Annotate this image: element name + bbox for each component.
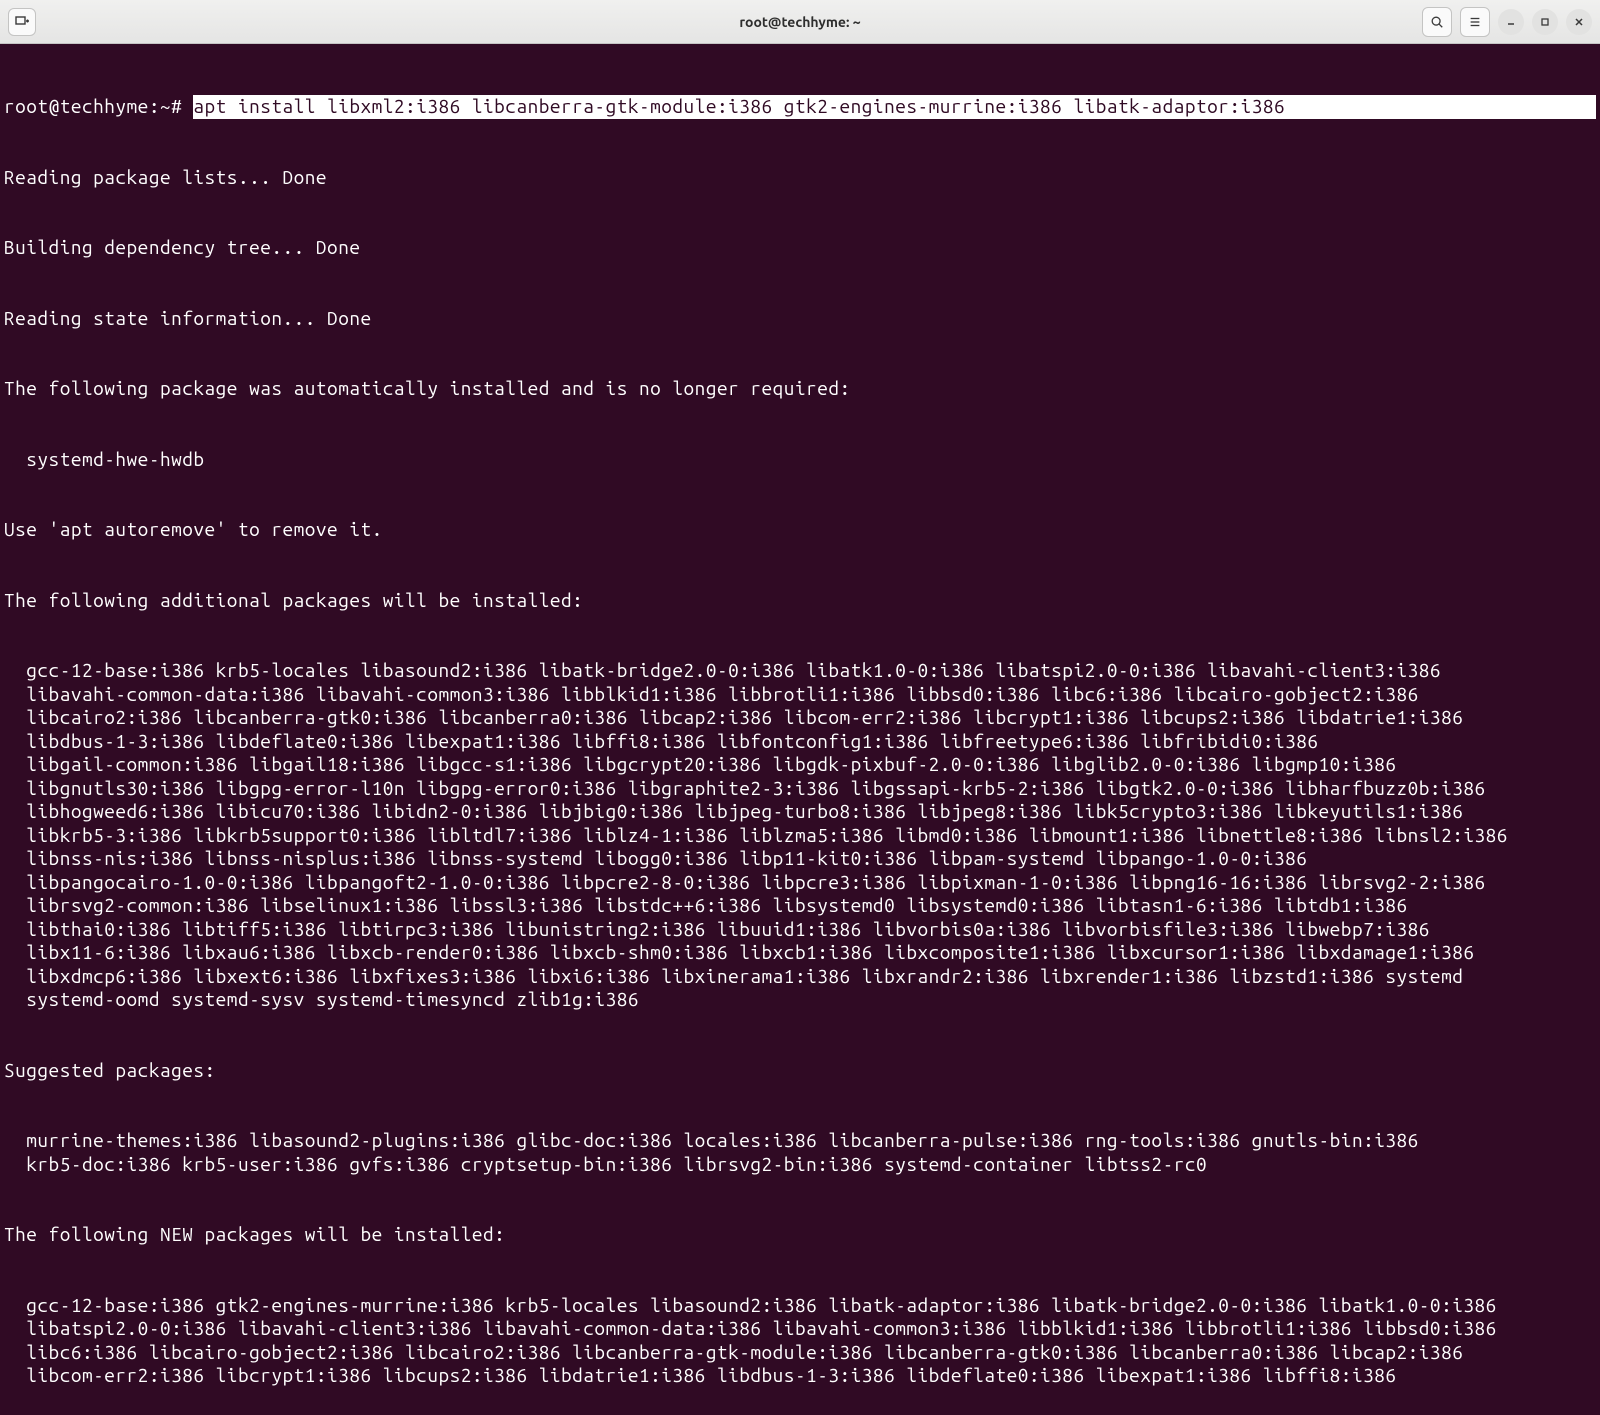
minimize-button[interactable]: [1498, 9, 1524, 35]
search-button[interactable]: [1422, 7, 1452, 37]
output-line: Use 'apt autoremove' to remove it.: [4, 518, 1596, 542]
output-line: The following NEW packages will be insta…: [4, 1223, 1596, 1247]
output-line: The following package was automatically …: [4, 377, 1596, 401]
prompt-line: root@techhyme:~# apt install libxml2:i38…: [4, 95, 1596, 119]
suggested-packages: murrine-themes:i386 libasound2-plugins:i…: [4, 1129, 1596, 1176]
output-line: The following additional packages will b…: [4, 589, 1596, 613]
window-title: root@techhyme: ~: [739, 14, 860, 30]
titlebar: root@techhyme: ~: [0, 0, 1600, 44]
shell-prompt: root@techhyme:~#: [4, 95, 193, 119]
output-line: Reading package lists... Done: [4, 166, 1596, 190]
additional-packages: gcc-12-base:i386 krb5-locales libasound2…: [4, 659, 1596, 1012]
output-line: Suggested packages:: [4, 1059, 1596, 1083]
menu-button[interactable]: [1460, 7, 1490, 37]
close-icon: [1574, 17, 1584, 27]
new-tab-icon: [14, 14, 30, 30]
maximize-button[interactable]: [1532, 9, 1558, 35]
close-button[interactable]: [1566, 9, 1592, 35]
maximize-icon: [1540, 17, 1550, 27]
minimize-icon: [1506, 17, 1516, 27]
output-line: Building dependency tree... Done: [4, 236, 1596, 260]
new-packages: gcc-12-base:i386 gtk2-engines-murrine:i3…: [4, 1294, 1596, 1388]
search-icon: [1430, 15, 1444, 29]
hamburger-icon: [1468, 15, 1482, 29]
output-line: Reading state information... Done: [4, 307, 1596, 331]
output-line: systemd-hwe-hwdb: [4, 448, 1596, 472]
command-text: apt install libxml2:i386 libcanberra-gtk…: [193, 95, 1596, 119]
terminal-output[interactable]: root@techhyme:~# apt install libxml2:i38…: [0, 44, 1600, 1415]
new-tab-button[interactable]: [8, 8, 36, 36]
